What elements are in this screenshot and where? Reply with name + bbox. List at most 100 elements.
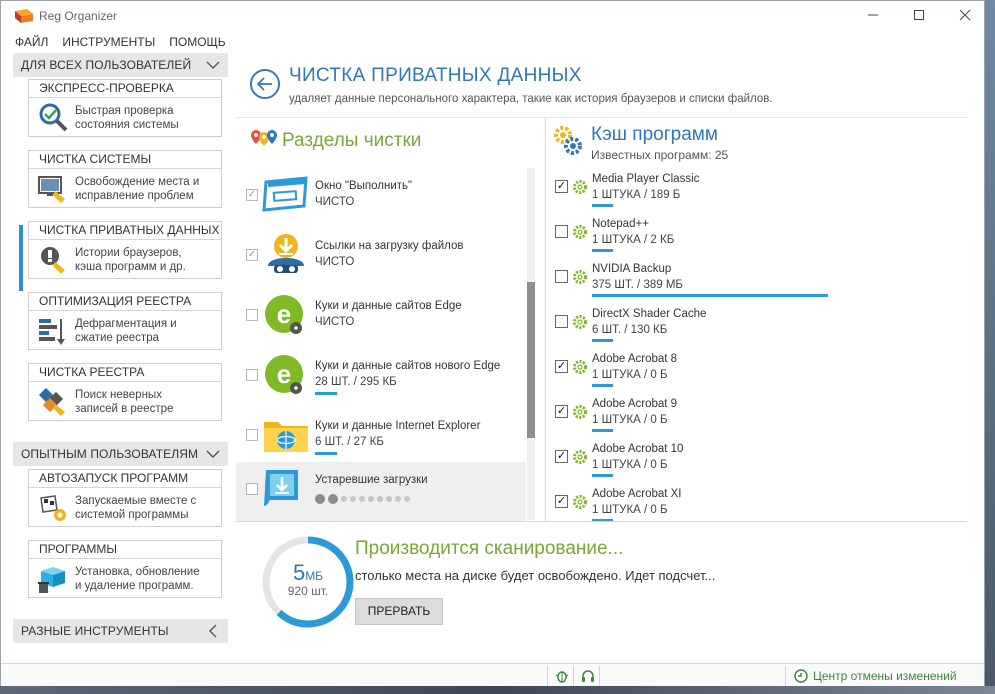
cache-item-row[interactable]: ✓ Adobe Acrobat 9 1 ШТУКА / 0 Б	[546, 389, 966, 434]
scrollbar-thumb[interactable]	[527, 282, 535, 438]
registry-defrag-icon	[39, 319, 65, 345]
section-checkbox[interactable]	[246, 483, 258, 495]
cache-item-name: Adobe Acrobat 8	[592, 353, 678, 365]
cache-item-checkbox[interactable]	[555, 270, 568, 283]
status-separator	[547, 666, 548, 686]
title-bar[interactable]: Reg Organizer	[1, 1, 984, 31]
cache-item-checkbox[interactable]: ✓	[555, 405, 568, 418]
undo-changes-icon[interactable]	[793, 668, 809, 684]
maximize-button[interactable]	[909, 7, 929, 25]
main-content: ЧИСТКА ПРИВАТНЫХ ДАННЫХ удаляет данные п…	[236, 53, 967, 663]
section-status: 28 ШТ. / 295 КБ	[315, 376, 397, 388]
menu-tools[interactable]: ИНСТРУМЕНТЫ	[54, 33, 161, 51]
section-row[interactable]: e Куки и данные сайтов нового Edge 28 ШТ…	[236, 348, 526, 408]
scan-description: столько места на диске будет освобождено…	[355, 568, 716, 583]
cache-item-row[interactable]: DirectX Shader Cache 6 ШТ. / 130 КБ	[546, 299, 966, 344]
freed-size: 5МБ	[260, 560, 356, 586]
status-separator	[573, 666, 574, 686]
bug-report-icon[interactable]	[554, 668, 570, 684]
loading-dot	[315, 494, 325, 504]
section-checkbox[interactable]: ✓	[246, 189, 258, 201]
group-all-users[interactable]: ДЛЯ ВСЕХ ПОЛЬЗОВАТЕЛЕЙ	[13, 53, 228, 77]
minimize-button[interactable]	[863, 7, 883, 25]
cache-item-row[interactable]: ✓ Adobe Acrobat 8 1 ШТУКА / 0 Б	[546, 344, 966, 389]
section-checkbox[interactable]	[246, 429, 258, 441]
cache-count: Известных программ: 25	[591, 148, 729, 162]
group-expert-users[interactable]: ОПЫТНЫМ ПОЛЬЗОВАТЕЛЯМ	[13, 442, 228, 466]
cache-item-checkbox[interactable]	[555, 225, 568, 238]
cache-item-checkbox[interactable]: ✓	[555, 495, 568, 508]
sidebar-item-private-data[interactable]: ЧИСТКА ПРИВАТНЫХ ДАННЫХ Истории браузеро…	[28, 221, 222, 279]
item-count: 920 шт.	[287, 584, 329, 598]
section-row[interactable]: ✓ Ссылки на загрузку файлов ЧИСТО	[236, 228, 526, 288]
cache-item-row[interactable]: ✓ Media Player Classic 1 ШТУКА / 189 Б	[546, 164, 966, 209]
cache-item-row[interactable]: ✓ Adobe Acrobat 10 1 ШТУКА / 0 Б	[546, 434, 966, 479]
section-checkbox[interactable]: ✓	[246, 249, 258, 261]
undo-center-link[interactable]: Центр отмены изменений	[813, 669, 957, 683]
section-checkbox[interactable]	[246, 309, 258, 321]
stop-button[interactable]: ПРЕРВАТЬ	[355, 598, 443, 625]
sections-scrollbar[interactable]	[527, 168, 535, 520]
cache-item-name: Notepad++	[592, 218, 649, 230]
cache-item-size-bar	[592, 294, 828, 297]
section-row[interactable]: Устаревшие загрузки	[236, 462, 526, 522]
section-name: Устаревшие загрузки	[315, 474, 428, 486]
gear-icon	[573, 495, 587, 509]
loading-dot	[386, 496, 392, 502]
section-checkbox[interactable]	[246, 369, 258, 381]
page-title: ЧИСТКА ПРИВАТНЫХ ДАННЫХ	[289, 65, 582, 86]
card-description: Истории браузеров, кэша программ и др.	[75, 247, 186, 273]
section-status: ЧИСТО	[315, 196, 355, 208]
section-name: Окно "Выполнить"	[315, 180, 413, 192]
sidebar-item-system-cleanup[interactable]: ЧИСТКА СИСТЕМЫ Освобождение места и испр…	[28, 150, 222, 208]
magnifier-check-icon	[39, 103, 68, 132]
autorun-icon	[40, 495, 66, 521]
gears-icon	[554, 126, 582, 155]
cache-item-checkbox[interactable]	[555, 315, 568, 328]
loading-dot	[395, 496, 401, 502]
card-title: ОПТИМИЗАЦИЯ РЕЕСТРА	[29, 293, 221, 311]
run-window-icon	[262, 176, 308, 212]
cache-item-row[interactable]: NVIDIA Backup 375 ШТ. / 389 МБ	[546, 254, 966, 299]
registry-cleanup-icon	[38, 387, 65, 416]
headset-support-icon[interactable]	[580, 668, 596, 684]
card-description: Запускаемые вместе с системой программы	[75, 495, 197, 521]
taskbar-strip	[0, 686, 995, 694]
loading-dot	[368, 496, 374, 502]
section-row[interactable]: Куки и данные Internet Explorer 6 ШТ. / …	[236, 408, 526, 468]
back-button[interactable]	[250, 69, 280, 99]
cache-item-checkbox[interactable]: ✓	[555, 180, 568, 193]
freed-size-value: 5	[292, 560, 306, 585]
cache-item-size-bar	[592, 429, 613, 432]
cache-item-size-bar	[592, 204, 613, 207]
card-description: Освобождение места и исправление проблем	[75, 176, 200, 202]
section-row[interactable]: ✓ Окно "Выполнить" ЧИСТО	[236, 168, 526, 228]
section-name: Куки и данные сайтов Edge	[315, 300, 462, 312]
gear-icon	[573, 180, 587, 194]
sidebar-item-autorun[interactable]: АВТОЗАПУСК ПРОГРАММ Запускаемые вместе с…	[28, 469, 222, 527]
close-button[interactable]	[955, 7, 975, 25]
map-pins-icon	[251, 130, 277, 146]
scan-title: Производится сканирование...	[355, 538, 624, 559]
cache-item-checkbox[interactable]: ✓	[555, 450, 568, 463]
cache-item-size: 6 ШТ. / 130 КБ	[592, 324, 668, 336]
cache-item-size-bar	[592, 339, 613, 342]
cache-item-name: DirectX Shader Cache	[592, 308, 707, 320]
freed-size-unit: МБ	[305, 569, 324, 583]
card-title: ЭКСПРЕСС-ПРОВЕРКА	[29, 80, 221, 98]
sidebar-item-registry-optimize[interactable]: ОПТИМИЗАЦИЯ РЕЕСТРА Дефрагментация и сжа…	[28, 292, 222, 350]
sidebar-item-programs[interactable]: ПРОГРАММЫ Установка, обновление и удален…	[28, 540, 222, 598]
cache-item-row[interactable]: ✓ Adobe Acrobat XI 1 ШТУКА / 0 Б	[546, 479, 966, 524]
menu-file[interactable]: ФАЙЛ	[1, 33, 54, 51]
section-row[interactable]: e Куки и данные сайтов Edge ЧИСТО	[236, 288, 526, 348]
status-bar: Центр отмены изменений	[1, 663, 984, 686]
section-status: ЧИСТО	[315, 316, 355, 328]
programs-icon	[38, 567, 65, 593]
menu-help[interactable]: ПОМОЩЬ	[161, 33, 231, 51]
cache-item-checkbox[interactable]: ✓	[555, 360, 568, 373]
cache-item-row[interactable]: Notepad++ 1 ШТУКА / 2 КБ	[546, 209, 966, 254]
section-size-bar	[315, 452, 337, 455]
sidebar-item-express-check[interactable]: ЭКСПРЕСС-ПРОВЕРКА Быстрая проверка состо…	[28, 79, 222, 137]
group-misc-tools[interactable]: РАЗНЫЕ ИНСТРУМЕНТЫ	[13, 619, 228, 643]
sidebar-item-registry-cleanup[interactable]: ЧИСТКА РЕЕСТРА Поиск неверных записей в …	[28, 363, 222, 421]
